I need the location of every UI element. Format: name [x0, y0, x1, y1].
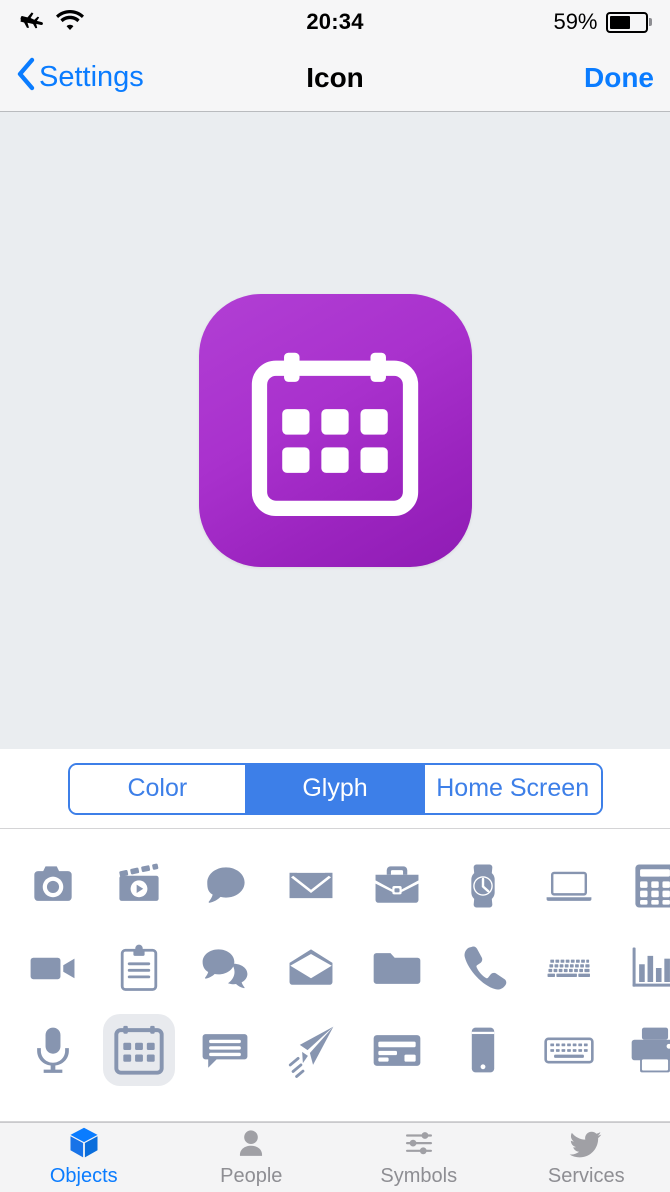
- tab-services-label: Services: [547, 1165, 625, 1187]
- glyph-cell-camera[interactable]: [10, 845, 96, 927]
- segment-home-screen[interactable]: Home Screen: [424, 764, 601, 813]
- status-bar: 20:34 59%: [0, 0, 670, 44]
- tab-symbols-label: Symbols: [380, 1165, 458, 1187]
- tab-people-label: People: [220, 1165, 283, 1187]
- glyph-cell-clipboard[interactable]: [96, 927, 182, 1009]
- glyph-cell-clapperboard-video[interactable]: [96, 845, 182, 927]
- glyph-cell-video-camera[interactable]: [10, 927, 96, 1009]
- glyph-cell-calendar[interactable]: [96, 1009, 182, 1091]
- glyph-cell-envelope-open[interactable]: [268, 927, 354, 1009]
- glyph-grid-area[interactable]: [0, 829, 670, 1122]
- icon-preview-area: [0, 112, 670, 749]
- glyph-cell-envelope-closed[interactable]: [268, 845, 354, 927]
- bird-icon: [568, 1127, 604, 1161]
- glyph-cell-keyboard-outline[interactable]: [526, 1009, 612, 1091]
- segmented-control[interactable]: Color Glyph Home Screen: [67, 762, 603, 815]
- calendar-glyph-icon: [251, 352, 419, 516]
- glyph-cell-speech-bubble[interactable]: [182, 845, 268, 927]
- tab-objects-label: Objects: [49, 1165, 118, 1187]
- glyph-cell-briefcase[interactable]: [354, 845, 440, 927]
- glyph-cell-calculator[interactable]: [612, 845, 670, 927]
- glyph-cell-double-speech-bubble[interactable]: [182, 927, 268, 1009]
- tab-services[interactable]: Services: [503, 1123, 670, 1192]
- glyph-cell-keyboard-perspective[interactable]: [526, 927, 612, 1009]
- person-icon: [234, 1127, 268, 1161]
- tab-people[interactable]: People: [168, 1123, 336, 1192]
- glyph-cell-laptop[interactable]: [526, 845, 612, 927]
- sliders-icon: [402, 1127, 436, 1161]
- tab-bar: Objects People Symbols Services: [0, 1122, 670, 1192]
- segment-color[interactable]: Color: [69, 764, 248, 813]
- glyph-cell-folder[interactable]: [354, 927, 440, 1009]
- glyph-cell-watch[interactable]: [440, 845, 526, 927]
- cube-icon: [66, 1127, 102, 1161]
- glyph-cell-smartphone[interactable]: [440, 1009, 526, 1091]
- segmented-control-band: Color Glyph Home Screen: [0, 749, 670, 829]
- glyph-cell-credit-card[interactable]: [354, 1009, 440, 1091]
- glyph-cell-microphone[interactable]: [10, 1009, 96, 1091]
- segment-glyph[interactable]: Glyph: [247, 764, 425, 813]
- page-title: Icon: [306, 61, 364, 93]
- glyph-cell-paper-plane[interactable]: [268, 1009, 354, 1091]
- glyph-cell-printer[interactable]: [612, 1009, 670, 1091]
- navigation-bar: Settings Icon Done: [0, 44, 670, 112]
- status-bar-clock: 20:34: [306, 9, 364, 34]
- tab-objects[interactable]: Objects: [0, 1123, 168, 1192]
- glyph-grid: [10, 845, 670, 1091]
- glyph-cell-chat-lines[interactable]: [182, 1009, 268, 1091]
- icon-picker-screen: 20:34 59% Settings Icon Done Color Glyph…: [0, 0, 670, 1192]
- glyph-cell-phone-handset[interactable]: [440, 927, 526, 1009]
- glyph-cell-bar-chart[interactable]: [612, 927, 670, 1009]
- app-icon-preview[interactable]: [198, 294, 472, 567]
- tab-symbols[interactable]: Symbols: [335, 1123, 503, 1192]
